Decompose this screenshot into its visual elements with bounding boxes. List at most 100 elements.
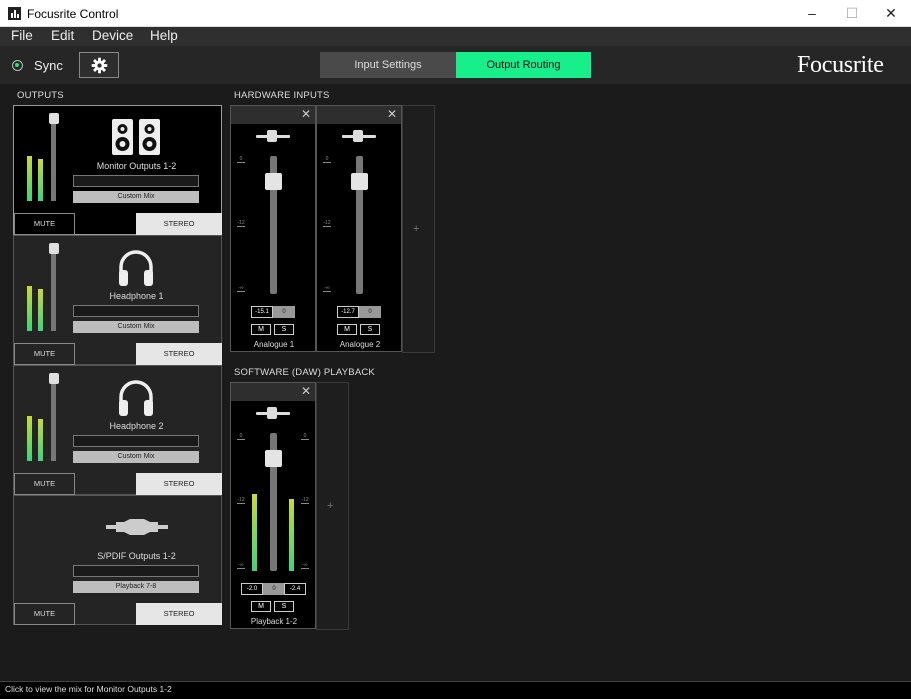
level-meter-right bbox=[38, 289, 43, 331]
pan-slider-knob[interactable] bbox=[267, 407, 277, 419]
scale-tick-0: 0 bbox=[237, 156, 245, 163]
mix-select-button[interactable]: Custom Mix bbox=[73, 321, 199, 333]
gain-readout-right[interactable]: -2.4 bbox=[284, 583, 306, 595]
sync-label: Sync bbox=[34, 58, 63, 73]
mix-select-button[interactable]: Custom Mix bbox=[73, 451, 199, 463]
settings-button[interactable] bbox=[79, 52, 119, 78]
menu-help[interactable]: Help bbox=[150, 28, 178, 43]
outputs-title: OUTPUTS bbox=[17, 90, 64, 101]
spdif-cable-icon bbox=[106, 519, 168, 535]
channel-strip-playback-1-2: ✕ 0 -12 -∞ 0 -12 -∞ -2.0 0 -2.4 M S Play… bbox=[230, 382, 316, 629]
pan-readout[interactable]: 0 bbox=[273, 306, 295, 318]
scale-tick-inf-right: -∞ bbox=[301, 562, 309, 569]
stereo-button[interactable]: STEREO bbox=[136, 213, 222, 235]
solo-button[interactable]: S bbox=[360, 324, 380, 335]
minimize-button[interactable]: – bbox=[792, 0, 832, 27]
hardware-inputs-title: HARDWARE INPUTS bbox=[234, 90, 330, 101]
level-meter-left bbox=[27, 286, 32, 331]
speakers-icon bbox=[112, 119, 160, 155]
output-fader-track[interactable] bbox=[51, 246, 56, 331]
scale-tick-inf: -∞ bbox=[237, 562, 245, 569]
close-channel-icon[interactable]: ✕ bbox=[387, 107, 397, 121]
solo-button[interactable]: S bbox=[274, 324, 294, 335]
menu-file[interactable]: File bbox=[11, 28, 33, 43]
mute-button[interactable]: MUTE bbox=[14, 473, 75, 495]
close-button[interactable]: ✕ bbox=[871, 0, 911, 27]
app-icon bbox=[8, 7, 21, 20]
menu-device[interactable]: Device bbox=[92, 28, 133, 43]
pan-slider-knob[interactable] bbox=[353, 130, 363, 142]
stereo-button[interactable]: STEREO bbox=[136, 473, 222, 495]
level-meter-left bbox=[27, 416, 32, 461]
scale-tick-0: 0 bbox=[323, 156, 331, 163]
channel-name: Analogue 2 bbox=[339, 340, 381, 349]
gain-readout-left[interactable]: -2.0 bbox=[241, 583, 263, 595]
mute-button[interactable]: M bbox=[251, 324, 271, 335]
channel-name: Analogue 1 bbox=[253, 340, 295, 349]
output-fader-track[interactable] bbox=[51, 376, 56, 461]
title-bar: Focusrite Control – ☐ ✕ bbox=[0, 0, 911, 27]
output-name: S/PDIF Outputs 1-2 bbox=[97, 551, 176, 561]
maximize-button[interactable]: ☐ bbox=[832, 0, 872, 27]
level-meter-right bbox=[38, 159, 43, 201]
output-monitor-panel[interactable]: Monitor Outputs 1-2 Custom Mix MUTE STER… bbox=[13, 105, 222, 235]
gain-readout[interactable]: -12.7 bbox=[337, 306, 359, 318]
add-hardware-input-slot[interactable]: + bbox=[402, 105, 435, 353]
status-text: Click to view the mix for Monitor Output… bbox=[5, 684, 172, 694]
scale-tick-0: 0 bbox=[237, 433, 245, 440]
gear-icon bbox=[91, 57, 108, 74]
scale-tick-inf: -∞ bbox=[237, 285, 245, 292]
pan-readout[interactable]: 0 bbox=[359, 306, 381, 318]
pan-slider-knob[interactable] bbox=[267, 130, 277, 142]
scale-tick-inf: -∞ bbox=[323, 285, 331, 292]
scale-tick-12: -12 bbox=[323, 220, 331, 227]
mute-button[interactable]: M bbox=[251, 601, 271, 612]
output-name-field[interactable] bbox=[73, 565, 199, 577]
add-channel-icon[interactable]: + bbox=[413, 223, 419, 235]
channel-header: ✕ bbox=[231, 106, 315, 124]
close-channel-icon[interactable]: ✕ bbox=[301, 107, 311, 121]
close-channel-icon[interactable]: ✕ bbox=[301, 384, 311, 398]
menu-edit[interactable]: Edit bbox=[51, 28, 74, 43]
sync-indicator-icon bbox=[12, 60, 23, 71]
output-headphone1-panel[interactable]: Headphone 1 Custom Mix MUTE STEREO bbox=[13, 235, 222, 365]
headphones-icon bbox=[119, 380, 153, 416]
software-playback-title: SOFTWARE (DAW) PLAYBACK bbox=[234, 367, 375, 378]
output-name-field[interactable] bbox=[73, 175, 199, 187]
add-playback-slot[interactable]: + bbox=[316, 382, 349, 630]
gain-readout[interactable]: -15.1 bbox=[251, 306, 273, 318]
level-meter-left bbox=[252, 494, 257, 571]
tab-input-settings[interactable]: Input Settings bbox=[320, 52, 456, 78]
channel-fader-knob[interactable] bbox=[265, 173, 282, 190]
output-headphone2-panel[interactable]: Headphone 2 Custom Mix MUTE STEREO bbox=[13, 365, 222, 495]
mute-button[interactable]: M bbox=[337, 324, 357, 335]
channel-fader-knob[interactable] bbox=[265, 450, 282, 467]
mix-select-button[interactable]: Custom Mix bbox=[73, 191, 199, 203]
channel-fader-knob[interactable] bbox=[351, 173, 368, 190]
level-meter-right bbox=[289, 499, 294, 571]
pan-readout[interactable]: 0 bbox=[263, 583, 285, 595]
tab-output-routing[interactable]: Output Routing bbox=[456, 52, 591, 78]
stereo-button[interactable]: STEREO bbox=[136, 343, 222, 365]
scale-tick-12: -12 bbox=[237, 220, 245, 227]
mix-select-button[interactable]: Playback 7-8 bbox=[73, 581, 199, 593]
scale-tick-12-right: -12 bbox=[301, 497, 309, 504]
output-spdif-panel[interactable]: S/PDIF Outputs 1-2 Playback 7-8 MUTE STE… bbox=[13, 495, 222, 625]
add-channel-icon[interactable]: + bbox=[327, 500, 333, 512]
mute-button[interactable]: MUTE bbox=[14, 343, 75, 365]
channel-strip-analogue-2: ✕ 0 -12 -∞ -12.7 0 M S Analogue 2 bbox=[316, 105, 402, 352]
stereo-button[interactable]: STEREO bbox=[136, 603, 222, 625]
solo-button[interactable]: S bbox=[274, 601, 294, 612]
channel-strip-analogue-1: ✕ 0 -12 -∞ -15.1 0 M S Analogue 1 bbox=[230, 105, 316, 352]
output-name: Monitor Outputs 1-2 bbox=[96, 161, 177, 171]
output-fader-knob[interactable] bbox=[49, 373, 59, 384]
window-title: Focusrite Control bbox=[27, 7, 119, 21]
output-fader-track[interactable] bbox=[51, 116, 56, 201]
output-fader-knob[interactable] bbox=[49, 113, 59, 124]
mute-button[interactable]: MUTE bbox=[14, 213, 75, 235]
mute-button[interactable]: MUTE bbox=[14, 603, 75, 625]
output-name-field[interactable] bbox=[73, 435, 199, 447]
status-bar: Click to view the mix for Monitor Output… bbox=[0, 681, 911, 699]
output-fader-knob[interactable] bbox=[49, 243, 59, 254]
output-name-field[interactable] bbox=[73, 305, 199, 317]
